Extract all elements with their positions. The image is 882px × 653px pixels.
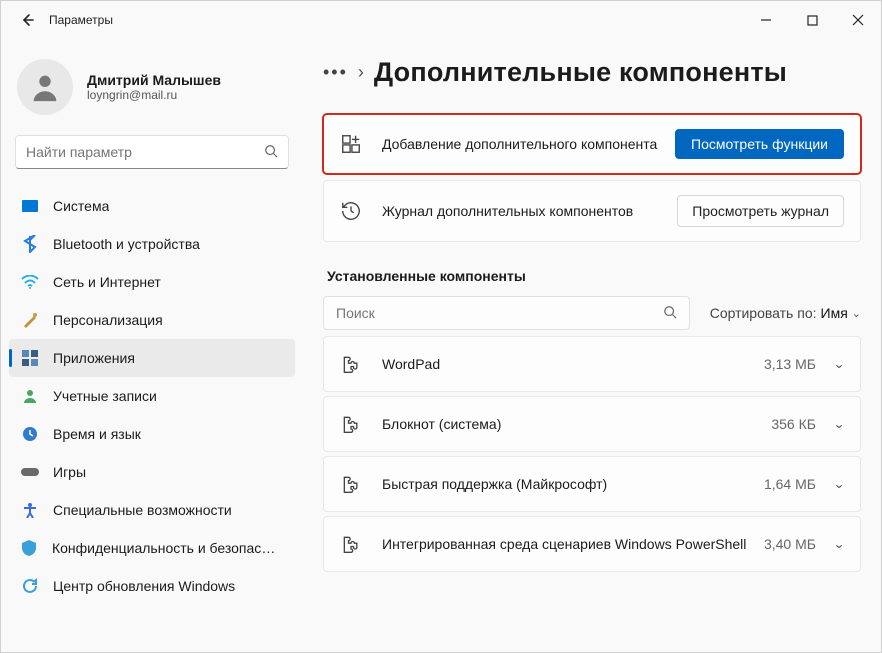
network-icon xyxy=(21,273,39,291)
sidebar-item-label: Система xyxy=(53,198,109,214)
user-block[interactable]: Дмитрий Малышев loyngrin@mail.ru xyxy=(17,59,287,115)
back-arrow-icon xyxy=(19,12,35,28)
history-icon xyxy=(340,200,362,222)
sort-by-value: Имя xyxy=(821,305,848,321)
bluetooth-icon xyxy=(21,235,39,253)
sidebar-item-accounts[interactable]: Учетные записи xyxy=(9,377,295,415)
component-row[interactable]: Быстрая поддержка (Майкрософт) 1,64 МБ ⌄ xyxy=(323,456,861,512)
component-size: 356 КБ xyxy=(771,416,816,432)
history-card: Журнал дополнительных компонентов Просмо… xyxy=(323,180,861,242)
component-row[interactable]: Блокнот (система) 356 КБ ⌄ xyxy=(323,396,861,452)
add-feature-text: Добавление дополнительного компонента xyxy=(382,135,675,154)
component-search-box[interactable] xyxy=(323,296,690,330)
component-name: WordPad xyxy=(382,355,764,373)
sidebar-item-label: Персонализация xyxy=(53,312,163,328)
apps-icon xyxy=(21,349,39,367)
component-row[interactable]: WordPad 3,13 МБ ⌄ xyxy=(323,336,861,392)
breadcrumb-more[interactable]: ••• xyxy=(323,62,348,83)
back-button[interactable] xyxy=(9,2,45,38)
view-features-button[interactable]: Посмотреть функции xyxy=(675,129,844,159)
system-icon xyxy=(21,197,39,215)
sidebar-item-personalization[interactable]: Персонализация xyxy=(9,301,295,339)
sort-by-label: Сортировать по: xyxy=(710,305,817,321)
chevron-right-icon: › xyxy=(358,62,364,83)
component-name: Интегрированная среда сценариев Windows … xyxy=(382,535,764,553)
add-feature-icon xyxy=(340,133,362,155)
sidebar-item-privacy[interactable]: Конфиденциальность и безопасность xyxy=(9,529,295,567)
sort-dropdown[interactable]: Сортировать по: Имя ⌄ xyxy=(710,305,861,321)
gaming-icon xyxy=(21,463,39,481)
chevron-down-icon: ⌄ xyxy=(833,357,845,371)
puzzle-icon xyxy=(340,473,362,495)
avatar xyxy=(17,59,73,115)
time-icon xyxy=(21,425,39,443)
sidebar: Дмитрий Малышев loyngrin@mail.ru Система… xyxy=(1,39,303,652)
user-email: loyngrin@mail.ru xyxy=(87,88,221,102)
puzzle-icon xyxy=(340,413,362,435)
minimize-icon xyxy=(760,14,772,26)
sidebar-item-label: Конфиденциальность и безопасность xyxy=(52,540,283,556)
search-icon xyxy=(264,144,278,161)
component-name: Блокнот (система) xyxy=(382,415,771,433)
sidebar-item-label: Центр обновления Windows xyxy=(53,578,235,594)
component-size: 3,40 МБ xyxy=(764,536,816,552)
sidebar-item-system[interactable]: Система xyxy=(9,187,295,225)
page-title: Дополнительные компоненты xyxy=(374,57,787,88)
component-search-input[interactable] xyxy=(336,305,663,321)
close-button[interactable] xyxy=(835,5,881,35)
sidebar-item-label: Игры xyxy=(53,464,86,480)
user-name: Дмитрий Малышев xyxy=(87,72,221,88)
component-row[interactable]: Интегрированная среда сценариев Windows … xyxy=(323,516,861,572)
puzzle-icon xyxy=(340,533,362,555)
sidebar-item-accessibility[interactable]: Специальные возможности xyxy=(9,491,295,529)
person-icon xyxy=(28,70,62,104)
history-text: Журнал дополнительных компонентов xyxy=(382,202,677,221)
puzzle-icon xyxy=(340,353,362,375)
chevron-down-icon: ⌄ xyxy=(833,477,845,491)
search-box[interactable] xyxy=(15,135,289,169)
chevron-down-icon: ⌄ xyxy=(833,417,845,431)
sidebar-item-time[interactable]: Время и язык xyxy=(9,415,295,453)
sidebar-item-label: Специальные возможности xyxy=(53,502,232,518)
chevron-down-icon: ⌄ xyxy=(833,537,845,551)
sidebar-item-label: Сеть и Интернет xyxy=(53,274,161,290)
sidebar-item-network[interactable]: Сеть и Интернет xyxy=(9,263,295,301)
view-history-button[interactable]: Просмотреть журнал xyxy=(677,195,844,227)
minimize-button[interactable] xyxy=(743,5,789,35)
titlebar: Параметры xyxy=(1,1,881,39)
sidebar-item-update[interactable]: Центр обновления Windows xyxy=(9,567,295,605)
close-icon xyxy=(852,14,864,26)
maximize-icon xyxy=(807,15,818,26)
add-feature-card: Добавление дополнительного компонента По… xyxy=(323,114,861,174)
breadcrumb: ••• › Дополнительные компоненты xyxy=(323,57,861,88)
sidebar-item-label: Bluetooth и устройства xyxy=(53,236,200,252)
sidebar-item-label: Учетные записи xyxy=(53,388,157,404)
installed-heading: Установленные компоненты xyxy=(327,268,861,284)
privacy-icon xyxy=(21,539,38,557)
chevron-down-icon: ⌄ xyxy=(852,307,861,320)
component-size: 3,13 МБ xyxy=(764,356,816,372)
main: ••• › Дополнительные компоненты Добавлен… xyxy=(303,39,881,652)
sidebar-item-label: Время и язык xyxy=(53,426,141,442)
component-name: Быстрая поддержка (Майкрософт) xyxy=(382,475,764,493)
search-icon xyxy=(663,305,677,322)
search-input[interactable] xyxy=(26,144,264,160)
accounts-icon xyxy=(21,387,39,405)
sidebar-item-gaming[interactable]: Игры xyxy=(9,453,295,491)
sidebar-item-bluetooth[interactable]: Bluetooth и устройства xyxy=(9,225,295,263)
component-size: 1,64 МБ xyxy=(764,476,816,492)
personalization-icon xyxy=(21,311,39,329)
app-title: Параметры xyxy=(49,13,113,27)
sidebar-item-apps[interactable]: Приложения xyxy=(9,339,295,377)
accessibility-icon xyxy=(21,501,39,519)
sidebar-item-label: Приложения xyxy=(53,350,135,366)
maximize-button[interactable] xyxy=(789,5,835,35)
update-icon xyxy=(21,577,39,595)
